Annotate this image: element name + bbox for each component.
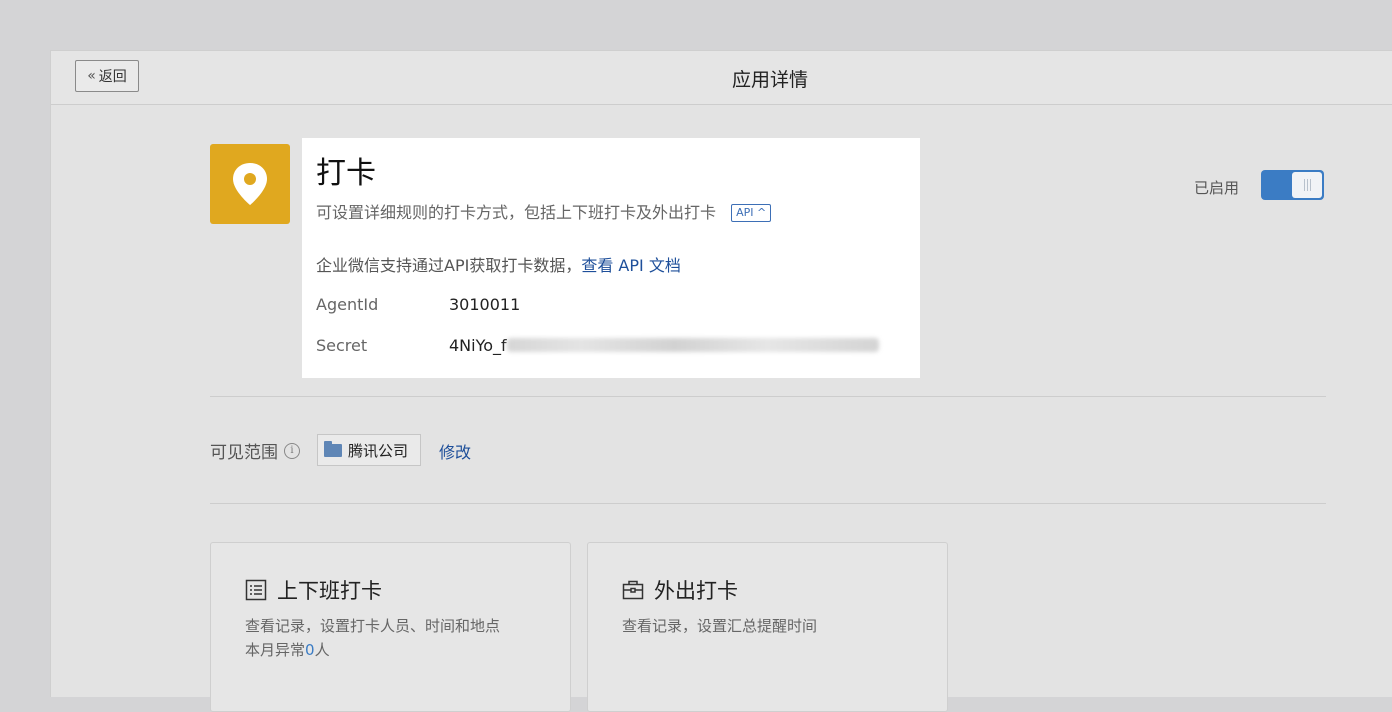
scope-label-text: 可见范围 [210, 443, 278, 463]
briefcase-icon [622, 580, 644, 600]
app-description: 可设置详细规则的打卡方式，包括上下班打卡及外出打卡 API ^ [316, 199, 772, 223]
list-icon [245, 579, 267, 601]
secret-blurred [506, 338, 879, 352]
feature-title: 上下班打卡 [245, 575, 382, 605]
feature-card-commute-checkin[interactable]: 上下班打卡 查看记录，设置打卡人员、时间和地点 本月异常0人 [210, 542, 571, 712]
enable-toggle[interactable] [1261, 170, 1324, 200]
divider [210, 503, 1326, 504]
feature-description-text: 查看记录，设置汇总提醒时间 [622, 617, 818, 635]
scope-department-name: 腾讯公司 [348, 441, 409, 460]
location-pin-icon [233, 163, 267, 205]
api-toggle-tag[interactable]: API ^ [731, 204, 772, 222]
feature-card-outing-checkin[interactable]: 外出打卡 查看记录，设置汇总提醒时间 [587, 542, 948, 712]
status-label: 已启用 [1194, 179, 1240, 197]
scope-label: 可见范围 i [210, 438, 300, 463]
folder-icon [324, 440, 342, 457]
feature-title: 外出打卡 [622, 575, 738, 605]
app-name: 打卡 [316, 156, 376, 191]
anomaly-summary: 本月异常0人 [245, 638, 500, 662]
page-title: 应用详情 [731, 69, 808, 91]
scope-department-chip: 腾讯公司 [317, 434, 422, 466]
app-info-card: 打卡 可设置详细规则的打卡方式，包括上下班打卡及外出打卡 API ^ 企业微信支… [302, 138, 920, 378]
anomaly-count[interactable]: 0 [305, 641, 315, 659]
feature-description-text: 查看记录，设置打卡人员、时间和地点 [245, 617, 501, 635]
app-detail-panel: « 返回 应用详情 打卡 可设置详细规则的打卡方式，包括上下班打卡及外出打卡 A… [50, 50, 1392, 712]
divider [210, 396, 1326, 397]
agentid-value: 3010011 [449, 295, 521, 314]
api-info-line: 企业微信支持通过API获取打卡数据，查看 API 文档 [316, 252, 681, 276]
secret-prefix: 4NiYo_f [449, 336, 507, 355]
anomaly-suffix: 人 [314, 641, 330, 659]
api-info-text: 企业微信支持通过API获取打卡数据， [316, 256, 582, 275]
api-docs-link[interactable]: 查看 API 文档 [581, 256, 681, 275]
anomaly-prefix: 本月异常 [245, 641, 306, 659]
agentid-label: AgentId [316, 295, 379, 314]
feature-description: 查看记录，设置打卡人员、时间和地点 本月异常0人 [245, 614, 500, 662]
edit-scope-link[interactable]: 修改 [439, 439, 471, 463]
secret-value: 4NiYo_f [449, 336, 879, 355]
info-icon[interactable]: i [284, 442, 300, 459]
app-description-text: 可设置详细规则的打卡方式，包括上下班打卡及外出打卡 [316, 203, 717, 222]
top-bar: « 返回 应用详情 [51, 51, 1392, 105]
feature-description: 查看记录，设置汇总提醒时间 [622, 614, 817, 638]
toggle-knob [1292, 172, 1322, 198]
feature-title-text: 上下班打卡 [277, 579, 382, 603]
secret-label: Secret [316, 336, 368, 355]
feature-title-text: 外出打卡 [654, 579, 738, 603]
app-icon [210, 144, 290, 224]
